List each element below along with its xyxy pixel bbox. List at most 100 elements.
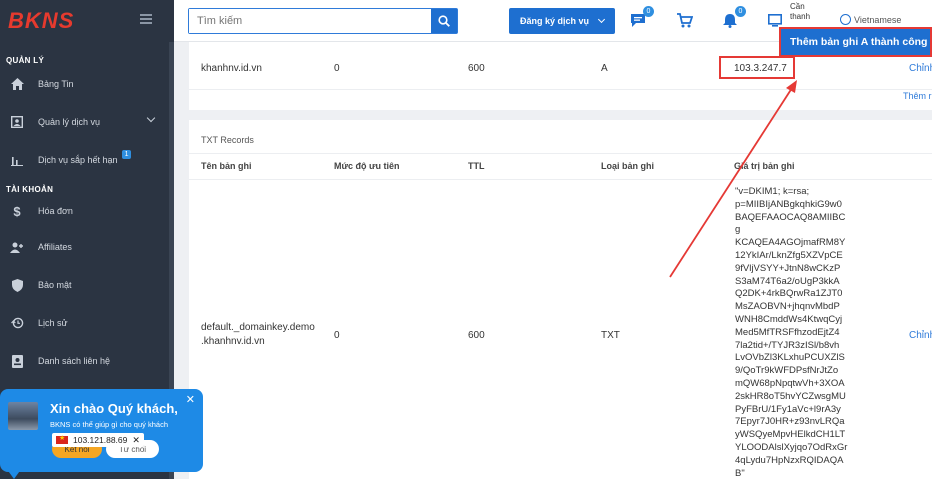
search-button[interactable] (431, 9, 457, 33)
contacts-list-icon (10, 354, 24, 368)
pending-payment-label[interactable]: Cần thanh (790, 2, 816, 22)
register-service-button[interactable]: Đăng ký dịch vụ (509, 8, 615, 34)
home-icon (10, 77, 24, 91)
txt-records-title: TXT Records (201, 135, 254, 145)
section-label-account: TÀI KHOẢN (6, 185, 54, 194)
txt-value-line: 2skHR8oT5hvYCZwsgMU (735, 390, 846, 402)
cart-button[interactable] (676, 11, 694, 29)
txt-value-line: 9fVljVSYY+JtnN8wCKzP (735, 262, 841, 274)
sidebar-item-security[interactable]: Bảo mật (0, 266, 174, 304)
sidebar-item-invoices[interactable]: $ Hóa đơn (0, 194, 174, 228)
chat-avatar (8, 402, 38, 430)
notification-badge: 0 (735, 6, 746, 17)
txt-value-line: 9/QoTr9kWFDPsfNrJtZo (735, 365, 839, 377)
txt-value-line: S3aM74T6a2/oUgP3kkA (735, 275, 840, 287)
sidebar-item-contacts[interactable]: Danh sách liên hệ (0, 342, 174, 380)
txt-record-value: "v=DKIM1; k=rsa; p=MIIBIjANBgkqhkiG9w0 BAQ… (735, 186, 850, 479)
chat-badge: 0 (643, 6, 654, 17)
register-service-label: Đăng ký dịch vụ (519, 16, 590, 26)
txt-value-line: YLOODAlslXyjqo7OdRxGr (735, 441, 848, 453)
chat-widget[interactable]: Xin chào Quý khách, BKNS có thể giúp gì … (0, 389, 203, 472)
txt-value-line: Q2DK+4rkBQrwRa1ZJT0 (735, 288, 843, 300)
bar-chart-icon (10, 153, 24, 167)
a-record-name: khanhnv.id.vn (201, 63, 262, 74)
language-label: Vietnamese (854, 14, 902, 25)
sidebar-item-dashboard[interactable]: Bảng Tin (0, 65, 174, 103)
success-toast[interactable]: Thêm bản ghi A thành công (779, 27, 932, 57)
sidebar-item-label: Affiliates (38, 242, 72, 252)
ip-address-pill: 103.121.88.69 ✕ (52, 433, 144, 447)
txt-value-line: "v=DKIM1; k=rsa; (735, 186, 810, 197)
section-label-management: QUẢN LÝ (6, 56, 45, 65)
close-icon[interactable]: ✕ (132, 435, 140, 446)
txt-record-name-line1: default._domainkey.demo (201, 322, 315, 333)
search-icon (438, 15, 450, 27)
vietnam-flag-icon (56, 434, 68, 444)
txt-value-line: BAQEFAAOCAQ8AMIIBCg (735, 211, 846, 236)
header-priority: Mức độ ưu tiên (334, 161, 400, 171)
txt-value-line: MsZAOBVN+jhqnvMbdP (735, 301, 840, 313)
globe-icon (840, 14, 851, 25)
language-selector[interactable]: Vietnamese (840, 14, 901, 25)
sidebar-item-affiliates[interactable]: Affiliates (0, 228, 174, 266)
chat-subtitle: BKNS có thể giúp gì cho quý khách (50, 420, 168, 429)
ip-address: 103.121.88.69 (73, 435, 128, 445)
sidebar-item-label: Hóa đơn (38, 206, 73, 216)
chat-messages-button[interactable]: 0 (629, 6, 654, 29)
highlight-box (719, 56, 795, 79)
a-record-type: A (601, 63, 608, 74)
txt-record-name: default._domainkey.demo .khanhnv.id.vn (201, 322, 315, 347)
txt-record-type: TXT (601, 330, 620, 341)
search-box (188, 8, 458, 34)
txt-value-line: mQW68pNpqtwVh+3XOA (735, 377, 845, 389)
a-record-ttl: 600 (468, 63, 485, 74)
chat-widget-tail (6, 468, 22, 479)
txt-value-line: WNH8CmddWs4KtwqCyj (735, 313, 843, 325)
header-record-type: Loại bản ghi (601, 161, 654, 171)
chevron-down-icon (597, 15, 606, 24)
bell-icon (723, 13, 737, 28)
sidebar-item-expiring-services[interactable]: Dịch vụ sắp hết hạn 1 (0, 141, 174, 179)
txt-value-line: Med5MfTRSFfhzodEjtZ4 (735, 326, 840, 338)
search-input[interactable] (189, 9, 429, 33)
txt-value-line: yWSQyeMpvHElkdCH1LT (735, 429, 846, 441)
toast-message: Thêm bản ghi A thành công (790, 36, 928, 48)
txt-value-line: 12YkIAr/LknZfg5XZVpCE (735, 249, 843, 261)
monitor-icon (768, 13, 782, 27)
txt-value-line: 7la2tid+/TYJR3zISl/b8vh (735, 339, 840, 351)
hamburger-menu-icon[interactable] (140, 14, 152, 24)
header-ttl: TTL (468, 161, 485, 171)
a-record-priority: 0 (334, 63, 340, 74)
sidebar-item-label: Danh sách liên hệ (38, 356, 111, 366)
shield-icon (10, 278, 24, 292)
txt-value-line: PyFBrU/1Fy1aVc+l9rA3y (735, 403, 841, 415)
txt-record-priority: 0 (334, 330, 340, 341)
close-icon[interactable]: ✕ (186, 393, 195, 406)
header-record-name: Tên bản ghi (201, 161, 252, 171)
txt-value-line: 7Epyr7J0HR+z93nvLRQa (735, 416, 845, 428)
sidebar-item-label: Quản lý dịch vụ (38, 117, 101, 127)
txt-value-line: LvOVbZl3KLxhuPCUXZlS (735, 352, 845, 364)
contact-card-icon (10, 115, 24, 129)
txt-record-edit-link[interactable]: Chỉnh (909, 330, 932, 341)
sidebar-item-history[interactable]: Lịch sử (0, 304, 174, 342)
dollar-icon: $ (13, 203, 21, 219)
logo-bar: BKNS (0, 0, 174, 42)
a-record-edit-link[interactable]: Chỉnh (909, 63, 932, 74)
expiring-count-badge: 1 (121, 149, 132, 159)
txt-value-line: KCAQEA4AGOjmafRM8Y (735, 237, 846, 249)
chat-title: Xin chào Quý khách, (50, 401, 178, 416)
sidebar-item-service-management[interactable]: Quản lý dịch vụ (0, 103, 174, 141)
history-icon (10, 316, 24, 330)
add-record-link[interactable]: Thêm r (903, 91, 932, 101)
cart-icon (677, 12, 693, 27)
sidebar-item-label: Bảo mật (38, 280, 72, 290)
notifications-button[interactable]: 0 (721, 6, 746, 29)
header-record-value: Giá trị bản ghi (734, 161, 795, 171)
txt-value-line: 4qLydu7HpNzxRQIDAQA (735, 454, 844, 466)
sidebar-item-label: Bảng Tin (38, 79, 74, 89)
sidebar-item-label: Lịch sử (38, 318, 68, 328)
txt-record-ttl: 600 (468, 330, 485, 341)
brand-logo[interactable]: BKNS (8, 8, 74, 34)
txt-record-name-line2: .khanhnv.id.vn (201, 336, 265, 347)
